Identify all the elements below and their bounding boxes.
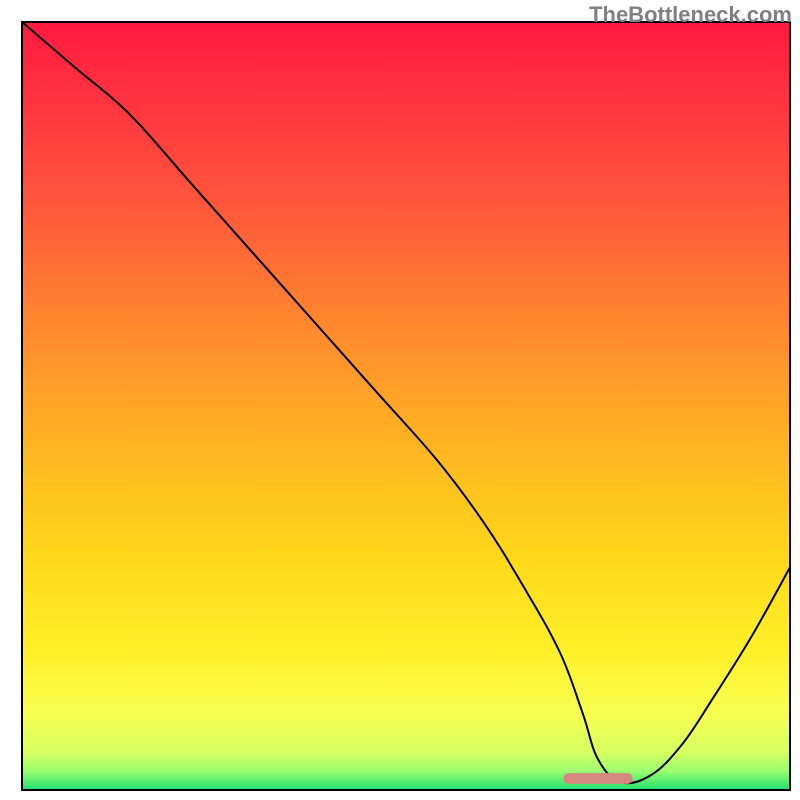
bottleneck-chart (0, 0, 800, 800)
optimal-marker (563, 773, 632, 784)
chart-container: { "watermark": "TheBottleneck.com", "cha… (0, 0, 800, 800)
plot-background (22, 22, 790, 790)
watermark-text: TheBottleneck.com (589, 2, 792, 28)
